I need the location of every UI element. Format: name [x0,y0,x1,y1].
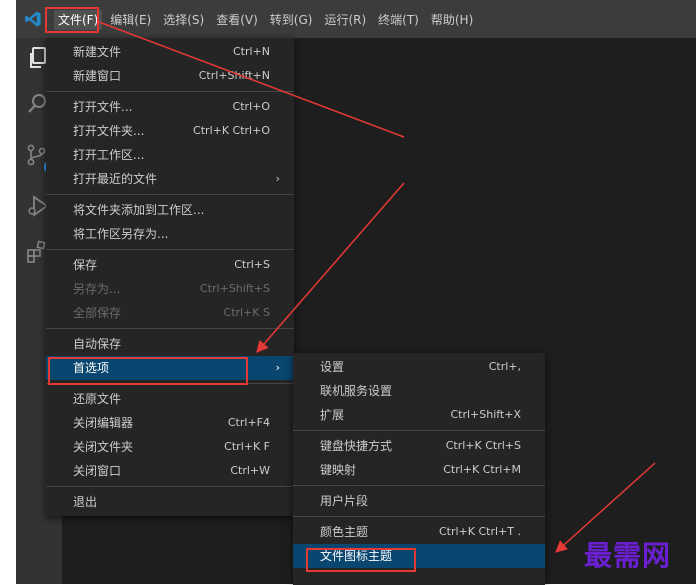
menu-item-keyboard-shortcuts[interactable]: 键盘快捷方式 Ctrl+K Ctrl+S [293,434,545,458]
menu-help[interactable]: 帮助(H) [427,10,477,30]
menu-item-save-all[interactable]: 全部保存 Ctrl+K S [46,301,294,325]
menu-bar: 文件(F) 编辑(E) 选择(S) 查看(V) 转到(G) 运行(R) 终端(T… [54,10,481,30]
menu-separator [46,383,294,384]
menu-item-save-as[interactable]: 另存为... Ctrl+Shift+S [46,277,294,301]
watermark: 最需网 [584,539,672,572]
menu-item-open-recent[interactable]: 打开最近的文件 › [46,167,294,191]
submenu-arrow-icon: › [275,172,280,185]
menu-terminal[interactable]: 终端(T) [374,10,423,30]
menu-file[interactable]: 文件(F) [54,10,103,30]
menu-item-revert-file[interactable]: 还原文件 [46,387,294,411]
menu-item-extensions[interactable]: 扩展 Ctrl+Shift+X [293,403,545,427]
menu-item-new-window[interactable]: 新建窗口 Ctrl+Shift+N [46,64,294,88]
preferences-submenu: 设置 Ctrl+, 联机服务设置 扩展 Ctrl+Shift+X 键盘快捷方式 Ctr… [293,353,545,585]
menu-item-color-theme[interactable]: 颜色主题 Ctrl+K Ctrl+T . [293,520,545,544]
menu-go[interactable]: 转到(G) [266,10,317,30]
vscode-logo-icon [25,11,41,27]
menu-separator [46,328,294,329]
menu-separator [293,516,545,517]
menu-item-exit[interactable]: 退出 [46,490,294,514]
menu-item-keymaps[interactable]: 键映射 Ctrl+K Ctrl+M [293,458,545,482]
menu-separator [293,485,545,486]
menu-item-settings[interactable]: 设置 Ctrl+, [293,355,545,379]
menu-item-add-folder-to-workspace[interactable]: 将文件夹添加到工作区... [46,198,294,222]
menu-separator [46,194,294,195]
menu-item-user-snippets[interactable]: 用户片段 [293,489,545,513]
menu-separator [46,249,294,250]
menu-selection[interactable]: 选择(S) [159,10,208,30]
menu-item-auto-save[interactable]: 自动保存 [46,332,294,356]
menu-item-close-editor[interactable]: 关闭编辑器 Ctrl+F4 [46,411,294,435]
menu-item-open-file[interactable]: 打开文件... Ctrl+O [46,95,294,119]
menu-item-preferences[interactable]: 首选项 › [46,356,294,380]
menu-separator [46,91,294,92]
menu-item-open-folder[interactable]: 打开文件夹... Ctrl+K Ctrl+O [46,119,294,143]
menu-separator [46,486,294,487]
submenu-arrow-icon: › [275,361,280,374]
title-bar: 文件(F) 编辑(E) 选择(S) 查看(V) 转到(G) 运行(R) 终端(T… [16,0,696,38]
menu-edit[interactable]: 编辑(E) [106,10,155,30]
menu-item-file-icon-theme[interactable]: 文件图标主题 [293,544,545,568]
menu-item-save-workspace-as[interactable]: 将工作区另存为... [46,222,294,246]
menu-view[interactable]: 查看(V) [212,10,262,30]
menu-item-open-workspace[interactable]: 打开工作区... [46,143,294,167]
menu-item-online-services-settings[interactable]: 联机服务设置 [293,379,545,403]
menu-run[interactable]: 运行(R) [320,10,370,30]
menu-separator [293,430,545,431]
menu-item-close-window[interactable]: 关闭窗口 Ctrl+W [46,459,294,483]
menu-item-close-folder[interactable]: 关闭文件夹 Ctrl+K F [46,435,294,459]
menu-item-new-file[interactable]: 新建文件 Ctrl+N [46,40,294,64]
menu-item-save[interactable]: 保存 Ctrl+S [46,253,294,277]
file-menu: 新建文件 Ctrl+N 新建窗口 Ctrl+Shift+N 打开文件... Ctrl+… [46,38,294,516]
